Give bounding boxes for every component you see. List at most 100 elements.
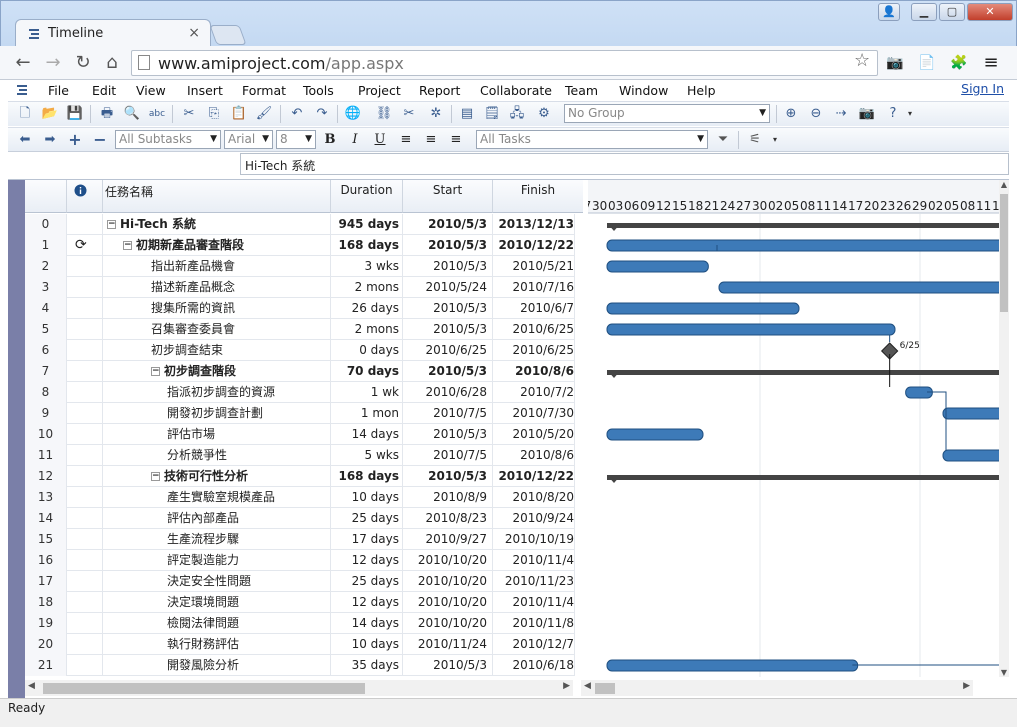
menu-edit[interactable]: Edit [92, 83, 116, 98]
start-cell[interactable]: 2010/8/23 [403, 508, 493, 529]
row-number[interactable]: 1 [25, 235, 67, 256]
task-name-cell[interactable]: 評估內部產品 [103, 508, 331, 529]
duration-cell[interactable]: 17 days [331, 529, 403, 550]
format-painter-icon[interactable]: 🖌 [255, 105, 273, 123]
duration-cell[interactable]: 70 days [331, 361, 403, 382]
underline-button[interactable]: U [371, 131, 389, 149]
duration-cell[interactable]: 12 days [331, 550, 403, 571]
scroll-thumb[interactable] [595, 683, 615, 694]
finish-cell[interactable]: 2010/12/7 [493, 634, 575, 655]
duration-cell[interactable]: 3 wks [331, 256, 403, 277]
duration-cell[interactable]: 10 days [331, 634, 403, 655]
finish-header[interactable]: Finish [493, 180, 583, 213]
publish-icon[interactable]: ⚙ [535, 105, 553, 123]
split-task-icon[interactable]: ✲ [427, 105, 445, 123]
duration-cell[interactable]: 26 days [331, 298, 403, 319]
row-number[interactable]: 0 [25, 214, 67, 235]
align-right-icon[interactable]: ≡ [447, 131, 465, 149]
finish-cell[interactable]: 2010/5/21 [493, 256, 575, 277]
new-tab-button[interactable] [209, 25, 247, 45]
task-name-cell[interactable]: − 初期新產品審查階段 [103, 235, 331, 256]
tab-close-icon[interactable]: × [188, 25, 200, 41]
start-cell[interactable]: 2010/5/3 [403, 361, 493, 382]
task-name-cell[interactable]: 執行財務評估 [103, 634, 331, 655]
finish-cell[interactable]: 2010/12/22 [493, 466, 575, 487]
finish-cell[interactable]: 2010/7/2 [493, 382, 575, 403]
row-number[interactable]: 6 [25, 340, 67, 361]
sign-in-link[interactable]: Sign In [961, 81, 1004, 96]
finish-cell[interactable]: 2010/8/6 [493, 361, 575, 382]
finish-cell[interactable]: 2010/6/18 [493, 655, 575, 676]
indent-arrow-icon[interactable]: ➡ [41, 131, 59, 149]
start-cell[interactable]: 2010/6/28 [403, 382, 493, 403]
duration-cell[interactable]: 1 mon [331, 403, 403, 424]
row-number[interactable]: 12 [25, 466, 67, 487]
font-size-select[interactable]: 8 ▼ [276, 130, 316, 149]
finish-cell[interactable]: 2010/8/20 [493, 487, 575, 508]
task-name-cell[interactable]: 描述新產品概念 [103, 277, 331, 298]
gantt-horizontal-scrollbar[interactable]: ◀ ▶ [581, 680, 973, 696]
task-notes-icon[interactable]: 🗒 [483, 105, 501, 123]
row-number[interactable]: 20 [25, 634, 67, 655]
menu-collaborate[interactable]: Collaborate [480, 83, 552, 98]
user-icon[interactable]: 👤 [878, 3, 900, 21]
insert-hyperlink-icon[interactable]: 🌐 [344, 105, 362, 123]
start-cell[interactable]: 2010/5/3 [403, 655, 493, 676]
reload-icon[interactable]: ↻ [72, 52, 94, 74]
duration-header[interactable]: Duration [331, 180, 403, 213]
finish-cell[interactable]: 2010/6/25 [493, 319, 575, 340]
start-cell[interactable]: 2010/6/25 [403, 340, 493, 361]
outdent-arrow-icon[interactable]: ⬅ [16, 131, 34, 149]
start-cell[interactable]: 2010/5/3 [403, 214, 493, 235]
finish-cell[interactable]: 2010/8/6 [493, 445, 575, 466]
start-cell[interactable]: 2010/10/20 [403, 550, 493, 571]
finish-cell[interactable]: 2010/7/30 [493, 403, 575, 424]
print-icon[interactable]: 🖶 [98, 105, 116, 123]
task-name-cell[interactable]: 指出新產品機會 [103, 256, 331, 277]
task-name-cell[interactable]: − Hi-Tech 系統 [103, 214, 331, 235]
scroll-to-task-icon[interactable]: ⇢ [832, 105, 850, 123]
table-row[interactable]: 0− Hi-Tech 系統 945 days 2010/5/3 2013/12/13 [25, 214, 575, 235]
show-subtasks-icon[interactable]: + [66, 131, 84, 149]
task-name-cell[interactable]: − 技術可行性分析 [103, 466, 331, 487]
finish-cell[interactable]: 2010/7/16 [493, 277, 575, 298]
menu-tools[interactable]: Tools [303, 83, 334, 98]
task-name-cell[interactable]: 決定安全性問題 [103, 571, 331, 592]
table-row[interactable]: 14 評估內部產品 25 days 2010/8/23 2010/9/24 [25, 508, 575, 529]
indicator-header[interactable] [67, 180, 103, 213]
task-name-cell[interactable]: 生產流程步驟 [103, 529, 331, 550]
table-row[interactable]: 19 檢閱法律問題 14 days 2010/10/20 2010/11/8 [25, 613, 575, 634]
start-cell[interactable]: 2010/5/3 [403, 256, 493, 277]
toolbar-overflow-icon[interactable]: ▾ [905, 105, 915, 123]
table-row[interactable]: 12− 技術可行性分析 168 days 2010/5/3 2010/12/22 [25, 466, 575, 487]
autofilter-icon[interactable]: ⏷ [714, 131, 732, 149]
zoom-in-icon[interactable]: ⊕ [782, 105, 800, 123]
start-cell[interactable]: 2010/5/24 [403, 277, 493, 298]
finish-cell[interactable]: 2010/11/8 [493, 613, 575, 634]
start-cell[interactable]: 2010/5/3 [403, 319, 493, 340]
table-row[interactable]: 16 評定製造能力 12 days 2010/10/20 2010/11/4 [25, 550, 575, 571]
extension-puzzle-icon[interactable]: 🧩 [950, 54, 968, 72]
maximize-button[interactable]: ▢ [939, 3, 965, 21]
table-row[interactable]: 8 指派初步調查的資源 1 wk 2010/6/28 2010/7/2 [25, 382, 575, 403]
menu-insert[interactable]: Insert [187, 83, 223, 98]
forward-arrow-icon[interactable]: → [42, 52, 64, 74]
task-name-header[interactable]: 任務名稱 [103, 180, 331, 213]
row-number[interactable]: 15 [25, 529, 67, 550]
bold-button[interactable]: B [321, 131, 339, 149]
table-row[interactable]: 21 開發風險分析 35 days 2010/5/3 2010/6/18 [25, 655, 575, 676]
browser-tab[interactable]: Timeline × [15, 19, 211, 47]
group-select[interactable]: No Group ▼ [564, 104, 770, 123]
finish-cell[interactable]: 2013/12/13 [493, 214, 575, 235]
row-number[interactable]: 19 [25, 613, 67, 634]
browser-menu-icon[interactable]: ≡ [982, 54, 1000, 72]
save-icon[interactable]: 💾 [66, 105, 84, 123]
task-name-cell[interactable]: 產生實驗室規模產品 [103, 487, 331, 508]
menu-team[interactable]: Team [565, 83, 598, 98]
table-row[interactable]: 11 分析競爭性 5 wks 2010/7/5 2010/8/6 [25, 445, 575, 466]
home-icon[interactable]: ⌂ [101, 52, 123, 74]
table-row[interactable]: 10 評估市場 14 days 2010/5/3 2010/5/20 [25, 424, 575, 445]
zoom-out-icon[interactable]: ⊖ [807, 105, 825, 123]
task-name-cell[interactable]: 決定環境問題 [103, 592, 331, 613]
scroll-left-icon[interactable]: ◀ [584, 681, 591, 691]
